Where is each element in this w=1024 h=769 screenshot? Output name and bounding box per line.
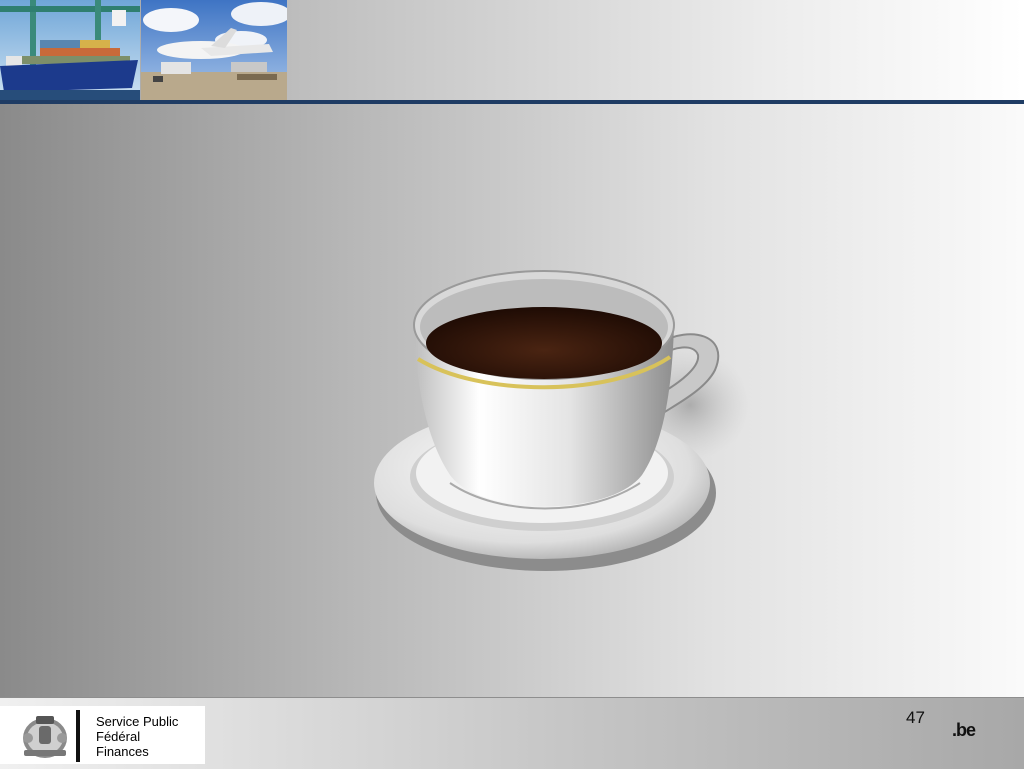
org-line-2: Fédéral <box>96 729 141 744</box>
org-logo-block: Service Public Fédéral Finances <box>0 706 205 764</box>
org-line-1: Service Public <box>96 714 179 729</box>
be-logo-text: .be <box>952 720 976 740</box>
logo-divider <box>76 710 80 762</box>
cargo-plane-photo <box>141 0 287 100</box>
org-name: Service Public Fédéral Finances <box>96 714 178 759</box>
coffee-cup-icon <box>360 255 760 585</box>
header-divider-line <box>0 100 1024 104</box>
footer: Service Public Fédéral Finances 47 .be <box>0 697 1024 769</box>
org-line-3: Finances <box>96 744 149 759</box>
be-logo: .be <box>952 720 976 741</box>
container-ship-photo <box>0 0 140 100</box>
header-bar <box>0 0 1024 100</box>
belgian-coat-of-arms-icon <box>23 716 67 758</box>
slide: Service Public Fédéral Finances 47 .be <box>0 0 1024 769</box>
page-number: 47 <box>906 708 925 727</box>
